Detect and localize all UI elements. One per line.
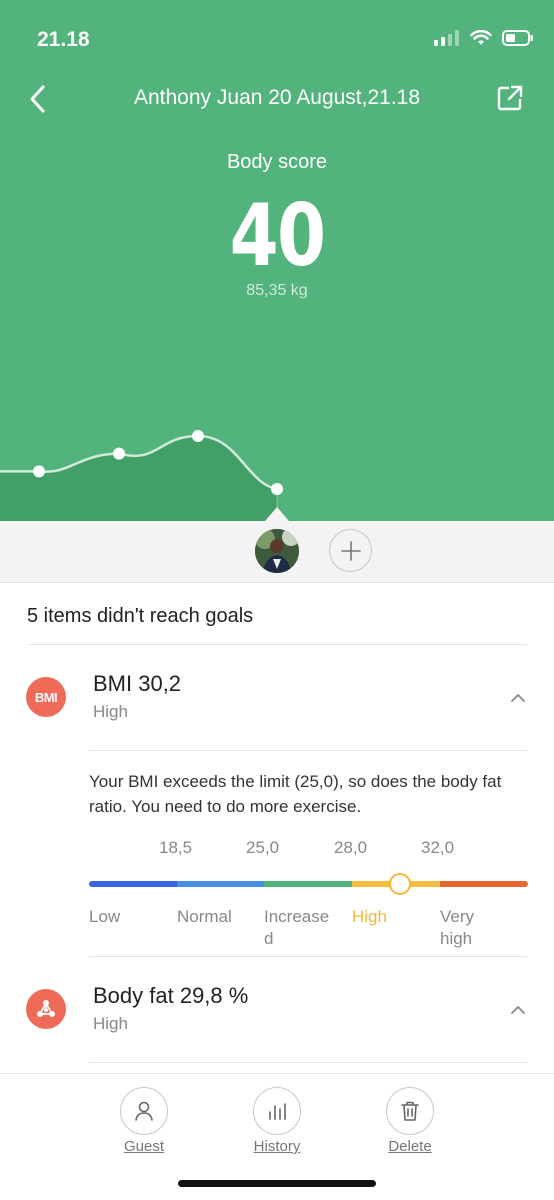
selection-pointer <box>265 507 289 521</box>
trend-point[interactable] <box>113 447 125 460</box>
bmi-title: BMI 30,2 <box>93 671 182 696</box>
battery-icon <box>502 30 533 46</box>
page-title: Anthony Juan 20 August,21.18 <box>133 86 421 109</box>
scale-tick: 32,0 <box>421 838 455 857</box>
share-icon[interactable] <box>496 84 524 112</box>
delete-label[interactable]: Delete <box>365 1138 455 1155</box>
bar-chart-icon <box>269 1103 286 1120</box>
molecule-icon <box>37 1000 55 1017</box>
body-score-header: 21.18 Anthony Juan 20 August,21.18 Body … <box>0 0 554 521</box>
scale-segment-very-high <box>440 881 528 887</box>
score-value: 40 <box>229 186 327 286</box>
add-user-button[interactable] <box>329 529 372 572</box>
chevron-up-icon[interactable] <box>510 1002 526 1018</box>
bmi-icon-text: BMI <box>34 689 58 705</box>
body-fat-icon <box>26 989 66 1029</box>
delete-button[interactable] <box>386 1087 434 1135</box>
avatar[interactable] <box>255 529 299 573</box>
home-indicator <box>178 1180 376 1187</box>
scale-segment-normal <box>177 881 264 887</box>
bmi-icon: BMI <box>26 677 66 717</box>
goals-summary: 5 items didn't reach goals <box>27 605 254 627</box>
divider <box>89 750 527 751</box>
body-fat-status: High <box>93 1014 128 1033</box>
back-icon[interactable] <box>24 84 52 114</box>
scale-label: Very high <box>440 907 475 948</box>
status-icons <box>434 30 534 46</box>
scale-label: Normal <box>177 907 232 926</box>
chevron-up-icon[interactable] <box>510 690 526 706</box>
weight-value: 85,35 kg <box>246 282 308 299</box>
scale-label: High <box>352 907 387 926</box>
body-fat-title: Body fat 29,8 % <box>93 983 249 1008</box>
trend-point[interactable] <box>192 430 204 442</box>
plus-icon <box>340 540 361 561</box>
scale-label: Low <box>89 907 121 926</box>
trend-point[interactable] <box>271 483 283 495</box>
score-trend-chart[interactable] <box>0 330 554 521</box>
divider <box>89 1062 527 1063</box>
divider <box>89 956 527 957</box>
divider <box>27 644 527 645</box>
trend-area <box>0 436 277 521</box>
wifi-icon <box>470 30 492 45</box>
user-icon <box>135 1101 153 1121</box>
bmi-description: Your BMI exceeds the limit (25,0), so do… <box>89 772 502 816</box>
bmi-status: High <box>93 702 128 721</box>
score-label: Body score <box>226 151 328 173</box>
trend-point[interactable] <box>33 465 45 478</box>
status-time: 21.18 <box>37 28 90 51</box>
signal-icon <box>434 30 459 46</box>
scale-segment-increased <box>264 881 352 887</box>
scale-segment-low <box>89 881 177 887</box>
history-label[interactable]: History <box>232 1138 322 1155</box>
scale-label: Increase d <box>264 907 330 948</box>
scale-tick: 28,0 <box>334 838 368 857</box>
history-button[interactable] <box>253 1087 301 1135</box>
trash-icon <box>401 1101 419 1121</box>
guest-button[interactable] <box>120 1087 168 1135</box>
scale-tick: 25,0 <box>246 838 280 857</box>
scale-tick: 18,5 <box>159 838 193 857</box>
bmi-scale-marker <box>389 873 411 895</box>
guest-label[interactable]: Guest <box>99 1138 189 1155</box>
